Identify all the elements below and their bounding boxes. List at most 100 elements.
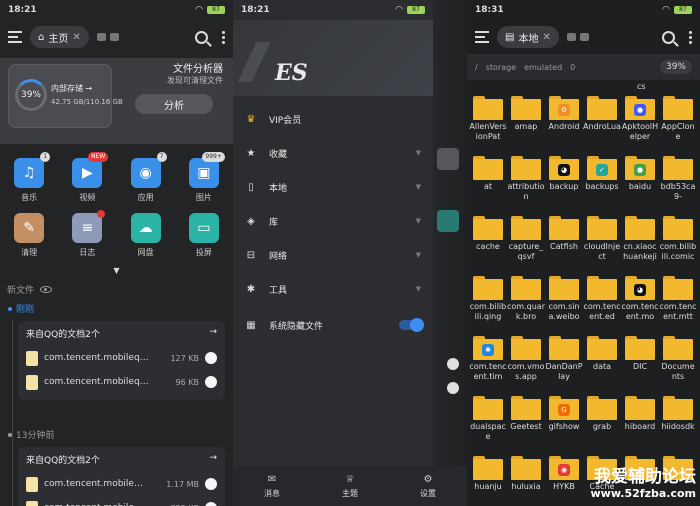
folder-item[interactable]: ◕ com.tencent.mo [621,276,659,332]
folder-item[interactable]: attribution [507,156,545,212]
folder-icon: ◕ [549,156,579,180]
folder-item[interactable]: cn.xiaochuankeji [621,216,659,272]
folder-item[interactable]: grab [583,396,621,452]
folder-item[interactable]: AllenVersionPat [469,96,507,152]
folder-item[interactable]: DanDanPlay [545,336,583,392]
folder-item[interactable]: data [583,336,621,392]
category-music[interactable]: ♫ 1 音乐 [0,152,58,203]
menu-item-phone[interactable]: ▯ 本地 ▼ [233,170,433,204]
folder-item[interactable]: cloudInject [583,216,621,272]
folder-item[interactable]: Geetest [507,396,545,452]
eye-icon[interactable] [40,286,53,293]
select-radio[interactable] [205,478,217,490]
category-video[interactable]: ▶ NEW 视频 [58,152,116,203]
search-icon[interactable] [662,30,675,44]
storage-percent-badge[interactable]: 39% [659,60,692,74]
arrow-right-icon[interactable]: → [209,327,217,340]
folder-item[interactable]: ◕ backup [545,156,583,212]
select-radio[interactable] [205,352,217,364]
folder-item[interactable]: at [469,156,507,212]
folder-item[interactable]: ✱ com.tencent.tim [469,336,507,392]
more-icon[interactable] [689,30,692,44]
folder-item[interactable]: Ggifshow [545,396,583,452]
folder-item[interactable]: hiidosdk [659,396,697,452]
category-broom[interactable]: ✎ 清理 [0,213,58,258]
search-icon[interactable] [195,30,208,44]
folder-item[interactable]: cache [469,216,507,272]
file-row[interactable]: com.tencent.mobileq… 96 KB [26,370,217,394]
close-tab-icon[interactable]: ✕ [72,32,80,43]
folder-name: dualspace [470,422,506,441]
category-cloud[interactable]: ☁ 网盘 [117,213,175,258]
file-row[interactable]: com.tencent.mobile…723 KB [26,496,217,506]
folder-item[interactable]: AppClone [659,96,697,152]
folder-item[interactable]: Catfish [545,216,583,272]
folder-item[interactable]: ⚙ Android [545,96,583,152]
category-image[interactable]: ▣ 999+ 图片 [175,152,233,203]
more-icon[interactable] [222,30,225,44]
folder-icon [511,156,541,180]
folder-item[interactable]: com.bilibili.comic [659,216,697,272]
internal-storage-tile[interactable]: 39% 内部存储 → 42.75 GB/110.16 GB [8,64,123,128]
select-radio[interactable] [205,502,217,506]
folder-name: com.vmos.app [507,362,545,381]
folder-item[interactable]: DIC [621,336,659,392]
folder-item[interactable]: huluxia [507,456,545,506]
tab-local[interactable]: ▤ 本地 ✕ [497,26,559,48]
menu-item-network[interactable]: ⊟ 网络 ▼ [233,238,433,272]
green-badge-icon: ● [634,164,646,176]
folder-item[interactable]: huanju [469,456,507,506]
close-tab-icon[interactable]: ✕ [542,32,550,43]
folder-item[interactable]: dualspace [469,396,507,452]
tab-home[interactable]: ⌂ 主页 ✕ [30,26,89,48]
file-row[interactable]: com.tencent.mobileq… 127 KB [26,346,217,370]
folder-item[interactable]: com.quark.bro [507,276,545,332]
folder-item[interactable]: com.sina.weibo [545,276,583,332]
folder-name: baidu [628,182,652,191]
recent-card-title: 来自QQ的文档2个 [26,456,100,466]
folder-item[interactable]: hiboard [621,396,659,452]
folder-item[interactable]: ◉ HYKB [545,456,583,506]
bottom-message[interactable]: ✉ 消息 [264,474,280,499]
breadcrumb-item[interactable]: 0 [570,63,575,72]
recent-card[interactable]: 来自QQ的文档2个 → com.tencent.mobileq… 127 KB com.… [18,321,225,400]
analyze-button[interactable]: 分析 [135,94,213,114]
folder-item[interactable]: ● baidu [621,156,659,212]
folder-item[interactable]: com.tencent.mtt [659,276,697,332]
breadcrumb-item[interactable]: emulated [524,63,562,72]
menu-item-star[interactable]: ★ 收藏 ▼ [233,136,433,170]
folder-item[interactable]: AndroLua [583,96,621,152]
folder-item[interactable]: ✓ backups [583,156,621,212]
category-log[interactable]: ≡ 日志 [58,210,116,258]
folder-item[interactable]: com.vmos.app [507,336,545,392]
category-android[interactable]: ◉ 7 应用 [117,152,175,203]
category-cast[interactable]: ▭ 投屏 [175,213,233,258]
breadcrumb-item[interactable]: storage [486,63,516,72]
folder-item[interactable]: Documents [659,336,697,392]
folder-item[interactable]: com.tencent.ed [583,276,621,332]
bottom-gear[interactable]: ⚙ 设置 [420,474,436,499]
folder-item[interactable]: com.bilibili.qing [469,276,507,332]
file-row[interactable]: com.tencent.mobile… 1.17 MB [26,472,217,496]
menu-item-wrench[interactable]: ✱ 工具 ▼ [233,272,433,306]
chevron-down-icon: ▼ [415,149,421,157]
expand-arrow-icon[interactable]: ▼ [0,266,233,275]
arrow-right-icon[interactable]: → [209,453,217,466]
menu-item-crown[interactable]: ♛ VIP会员 [233,102,433,136]
menu-item-label: 收藏 [269,149,288,160]
tab-thumbnails[interactable] [96,33,119,41]
folder-item[interactable]: amap [507,96,545,152]
recent-card[interactable]: 来自QQ的文档2个 → com.tencent.mobile…1.17 MBcom.… [18,447,225,506]
bottom-shirt[interactable]: ♕ 主题 [342,474,358,499]
menu-item-hidden-file[interactable]: ▦ 系统隐藏文件 [233,308,433,342]
menu-icon[interactable] [8,31,22,43]
folder-item[interactable]: capture_qsvf [507,216,545,272]
hidden-files-toggle[interactable] [399,318,424,332]
menu-icon[interactable] [475,31,489,43]
folder-item[interactable]: ● ApktoolHelper [621,96,659,152]
folder-item[interactable]: bdb53ca9- [659,156,697,212]
breadcrumb-item[interactable]: / [475,63,478,72]
select-radio[interactable] [205,376,217,388]
menu-item-layers[interactable]: ◈ 库 ▼ [233,204,433,238]
tab-thumbnails[interactable] [566,33,589,41]
